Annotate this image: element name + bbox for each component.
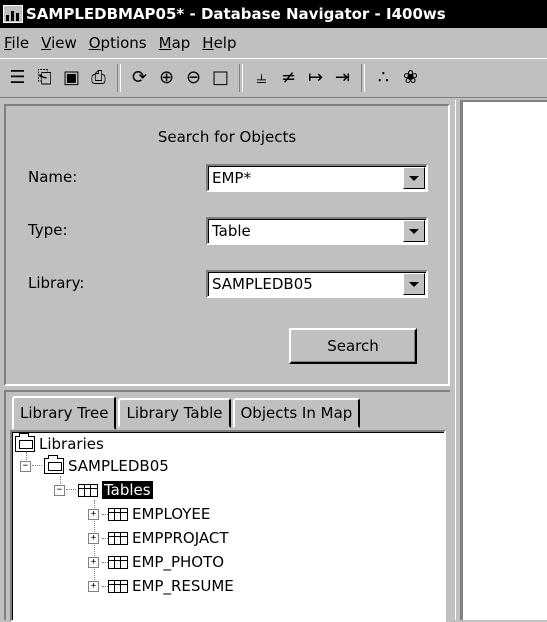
spread-horizontal-icon[interactable]: ↦ (302, 65, 329, 92)
chevron-down-icon[interactable] (403, 220, 425, 242)
print-icon[interactable]: ⎙ (85, 65, 112, 92)
table-icon (108, 579, 128, 593)
tree-node-table[interactable]: + EMP_PHOTO (88, 550, 224, 574)
tree-node-library[interactable]: − SAMPLEDB05 (20, 454, 169, 478)
tree-node-label: EMPPROJACT (132, 529, 229, 547)
expand-icon[interactable]: + (88, 580, 99, 592)
layout-icon[interactable]: ∴ (370, 65, 397, 92)
toolbar-separator (239, 64, 243, 92)
align-center-icon[interactable]: ≠ (275, 65, 302, 92)
collapse-icon[interactable]: − (54, 484, 65, 496)
collapse-icon[interactable]: − (20, 460, 31, 472)
menu-options[interactable]: Options (87, 34, 155, 52)
refresh-icon[interactable]: ⟳ (126, 65, 153, 92)
title-bar: SAMPLEDBMAP05* - Database Navigator - I4… (0, 0, 547, 28)
compress-horizontal-icon[interactable]: ⇥ (329, 65, 356, 92)
expand-icon[interactable]: + (88, 556, 99, 568)
expand-icon[interactable]: + (88, 532, 99, 544)
menu-file[interactable]: File (2, 34, 37, 52)
properties-icon[interactable]: ❀ (397, 65, 424, 92)
table-icon (78, 483, 98, 497)
open-icon[interactable]: ⎗ (31, 65, 58, 92)
name-value: EMP* (212, 169, 251, 187)
window-title: SAMPLEDBMAP05* - Database Navigator - I4… (26, 5, 446, 23)
tree-node-table[interactable]: + EMP_RESUME (88, 574, 234, 598)
library-value: SAMPLEDB05 (212, 275, 313, 293)
tree-node-table[interactable]: + EMPPROJACT (88, 526, 229, 550)
fit-icon[interactable]: □ (207, 65, 234, 92)
zoom-out-icon[interactable]: ⊖ (180, 65, 207, 92)
tree-node-tables[interactable]: − Tables (54, 478, 153, 502)
save-icon[interactable]: ▣ (58, 65, 85, 92)
tree-node-table[interactable]: + EMPLOYEE (88, 502, 210, 526)
type-value: Table (212, 222, 251, 240)
tree-node-label: SAMPLEDB05 (68, 457, 169, 475)
library-label: Library: (28, 274, 85, 292)
tab-area: Library Tree Library Table Objects In Ma… (4, 390, 450, 622)
tab-library-table[interactable]: Library Table (118, 398, 231, 428)
expand-icon[interactable]: + (88, 508, 99, 520)
tree-node-label: EMPLOYEE (132, 505, 211, 523)
table-icon (108, 507, 128, 521)
zoom-in-icon[interactable]: ⊕ (153, 65, 180, 92)
toolbar: ☰ ⎗ ▣ ⎙ ⟳ ⊕ ⊖ □ ⫨ ≠ ↦ ⇥ ∴ ❀ (0, 58, 547, 98)
menu-view[interactable]: View (39, 34, 85, 52)
tab-objects-in-map[interactable]: Objects In Map (232, 398, 361, 428)
tab-strip: Library Tree Library Table Objects In Ma… (12, 396, 362, 430)
type-label: Type: (28, 221, 68, 239)
search-button[interactable]: Search (289, 328, 417, 364)
chevron-down-icon[interactable] (403, 273, 425, 295)
library-tree[interactable]: Libraries − SAMPLEDB05 − Tables + EMPLOY… (10, 430, 446, 622)
search-heading: Search for Objects (157, 128, 297, 146)
tab-library-tree[interactable]: Library Tree (12, 396, 117, 430)
tree-node-label: EMP_RESUME (132, 577, 234, 595)
menu-map[interactable]: Map (157, 34, 199, 52)
new-icon[interactable]: ☰ (4, 65, 31, 92)
tree-node-label: Libraries (39, 435, 104, 453)
tree-node-libraries[interactable]: Libraries (15, 432, 104, 456)
tree-node-label: Tables (102, 481, 153, 499)
name-combo[interactable]: EMP* (206, 164, 428, 192)
name-label: Name: (28, 168, 78, 186)
tree-node-label: EMP_PHOTO (132, 553, 225, 571)
left-panel: Search for Objects Name: EMP* Type: Tabl… (0, 100, 455, 622)
menu-bar: File View Options Map Help (0, 28, 547, 58)
map-canvas[interactable] (461, 100, 547, 620)
menu-help[interactable]: Help (200, 34, 244, 52)
type-combo[interactable]: Table (206, 217, 428, 245)
table-icon (108, 531, 128, 545)
align-vertical-icon[interactable]: ⫨ (248, 65, 275, 92)
toolbar-separator (117, 64, 121, 92)
app-icon[interactable] (3, 5, 23, 23)
folder-icon (15, 433, 35, 452)
chevron-down-icon[interactable] (403, 167, 425, 189)
toolbar-separator (361, 64, 365, 92)
search-pane: Search for Objects Name: EMP* Type: Tabl… (4, 104, 450, 386)
folder-icon (44, 455, 64, 474)
library-combo[interactable]: SAMPLEDB05 (206, 270, 428, 298)
table-icon (108, 555, 128, 569)
